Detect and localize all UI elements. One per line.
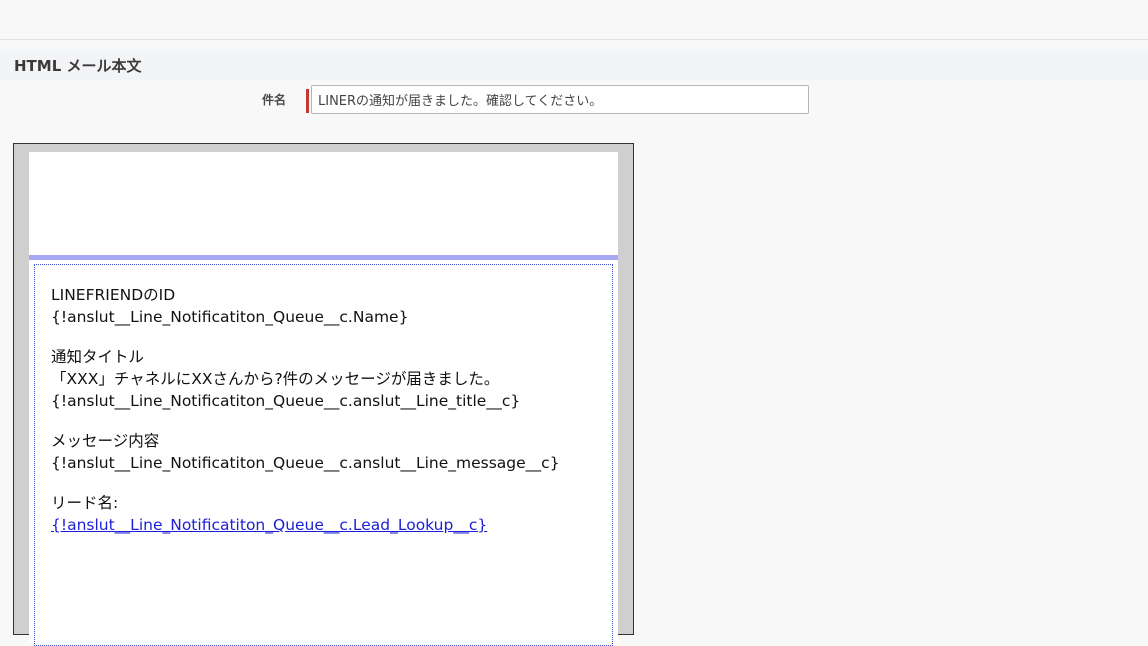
message-merge-field: {!anslut__Line_Notificatiton_Queue__c.an…	[51, 454, 560, 472]
title-label: 通知タイトル	[51, 348, 145, 366]
friend-id-block: LINEFRIENDのID {!anslut__Line_Notificatit…	[51, 284, 601, 328]
section-header: HTML メール本文	[0, 49, 1148, 80]
required-indicator	[306, 89, 309, 113]
message-label: メッセージ内容	[51, 432, 160, 450]
lead-label: リード名:	[51, 494, 119, 512]
lead-block: リード名: {!anslut__Line_Notificatiton_Queue…	[51, 492, 601, 536]
title-merge-field: {!anslut__Line_Notificatiton_Queue__c.an…	[51, 392, 521, 410]
email-header-area[interactable]	[29, 152, 618, 255]
top-bar	[0, 0, 1148, 40]
html-body-editor[interactable]: LINEFRIENDのID {!anslut__Line_Notificatit…	[13, 143, 634, 646]
section-title: HTML メール本文	[14, 57, 142, 75]
lead-merge-field-link[interactable]: {!anslut__Line_Notificatiton_Queue__c.Le…	[51, 514, 601, 536]
editor-paper: LINEFRIENDのID {!anslut__Line_Notificatit…	[29, 152, 618, 646]
title-block: 通知タイトル 「XXX」チャネルにXXさんから?件のメッセージが届きました。 {…	[51, 346, 601, 412]
subject-label: 件名	[261, 93, 286, 107]
message-block: メッセージ内容 {!anslut__Line_Notificatiton_Que…	[51, 430, 601, 474]
email-body-text: LINEFRIENDのID {!anslut__Line_Notificatit…	[51, 284, 601, 554]
friend-id-label: LINEFRIENDのID	[51, 286, 176, 304]
friend-id-merge-field: {!anslut__Line_Notificatiton_Queue__c.Na…	[51, 308, 409, 326]
email-body-area[interactable]: LINEFRIENDのID {!anslut__Line_Notificatit…	[34, 264, 613, 646]
title-text: 「XXX」チャネルにXXさんから?件のメッセージが届きました。	[51, 370, 500, 388]
header-divider	[29, 255, 618, 260]
subject-input[interactable]	[311, 85, 809, 114]
